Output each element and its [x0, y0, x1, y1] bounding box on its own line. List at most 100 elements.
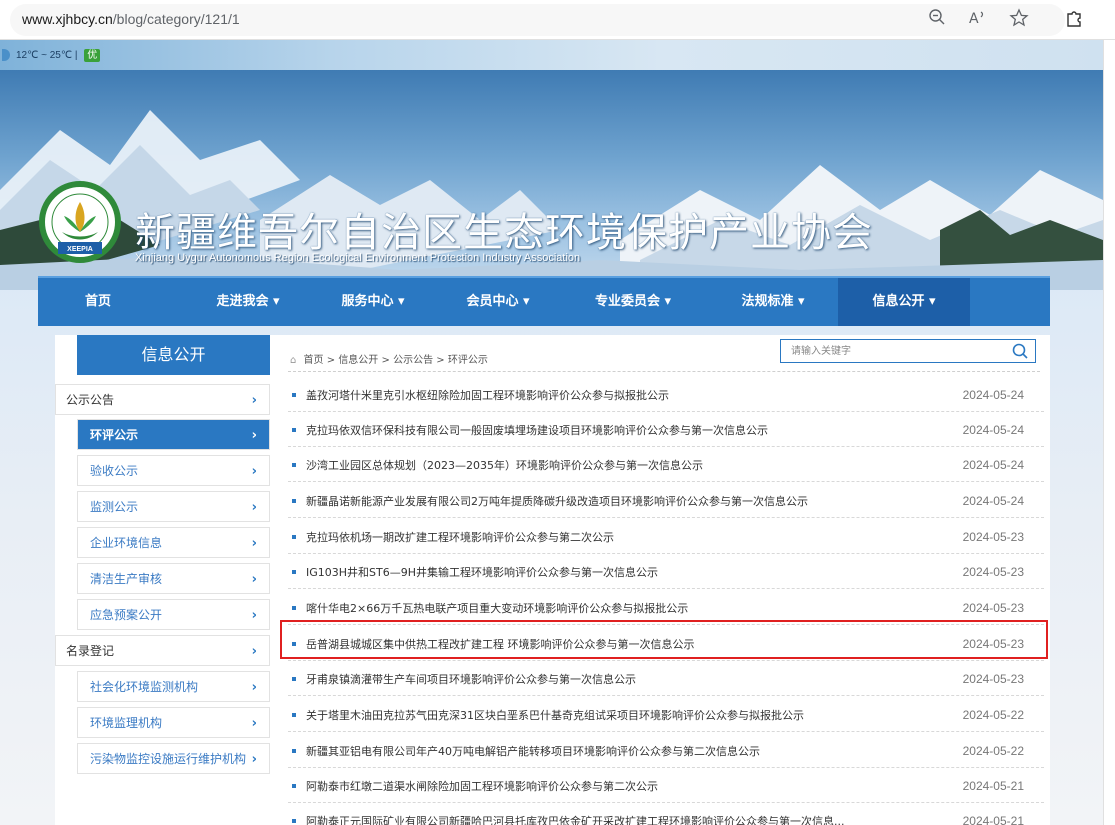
weather-temp: 12℃ ~ 25℃ |	[16, 50, 78, 61]
sidebar-item-eia-notice[interactable]: 环评公示 ›	[77, 419, 270, 450]
sidebar-item-enterprise-info[interactable]: 企业环境信息 ›	[77, 527, 270, 558]
browser-toolbar: www.xjhbcy.cn/blog/category/121/1 A	[0, 0, 1115, 40]
chevron-right-icon: ›	[251, 572, 257, 587]
list-item[interactable]: 喀什华电2×66万千瓦热电联产项目重大变动环境影响评价公众参与拟报批公示 2024…	[288, 592, 1044, 625]
zoom-out-icon[interactable]	[925, 8, 949, 32]
list-item-title[interactable]: 阿勒泰正元国际矿业有限公司新疆哈巴河县托库孜巴依金矿开采改扩建工程环境影响评价公…	[306, 805, 926, 825]
bullet-icon	[292, 463, 296, 467]
list-item[interactable]: 新疆其亚铝电有限公司年产40万吨电解铝产能转移项目环境影响评价公众参与第二次信息…	[288, 735, 1044, 768]
sidebar-item-label: 验收公示	[90, 464, 139, 478]
list-item-title[interactable]: 关于塔里木油田克拉苏气田克深31区块白垩系巴什基奇克组试采项目环境影响评价公众参…	[306, 699, 926, 732]
list-item-date: 2024-05-24	[962, 494, 1024, 508]
list-item[interactable]: 阿勒泰市红墩二道渠水闸除险加固工程环境影响评价公众参与第二次公示 2024-05-…	[288, 770, 1044, 803]
bullet-icon	[292, 570, 296, 574]
list-item[interactable]: 牙甫泉镇滴灌带生产车间项目环境影响评价公众参与第一次信息公示 2024-05-23	[288, 663, 1044, 696]
sidebar-item-cleaner-production[interactable]: 清洁生产审核 ›	[77, 563, 270, 594]
sidebar-item-label: 应急预案公开	[90, 608, 163, 622]
sidebar-item-acceptance[interactable]: 验收公示 ›	[77, 455, 270, 486]
sidebar: 信息公开 公示公告 › 环评公示 › 验收公示 › 监测公示 › 企业环境信息 › 清洁生…	[55, 335, 270, 825]
breadcrumb-home[interactable]: 首页	[304, 355, 324, 366]
page-scrollbar[interactable]	[1103, 40, 1115, 825]
sidebar-item-label: 社会化环境监测机构	[90, 680, 199, 694]
list-item-date: 2024-05-21	[962, 779, 1024, 793]
search-box	[780, 339, 1036, 363]
nav-home[interactable]: 首页	[58, 278, 138, 326]
list-item-date: 2024-05-21	[962, 814, 1024, 825]
main-nav: 首页 走进我会 ▾ 服务中心 ▾ 会员中心 ▾ 专业委员会 ▾ 法规标准 ▾ 信…	[38, 276, 1050, 326]
nav-info-disclosure[interactable]: 信息公开 ▾	[838, 278, 970, 326]
list-item[interactable]: 克拉玛依机场一期改扩建工程环境影响评价公众参与第二次公示 2024-05-23	[288, 521, 1044, 554]
sidebar-item-label: 环评公示	[90, 428, 139, 442]
list-item[interactable]: 新疆晶诺新能源产业发展有限公司2万吨年提质降碳升级改造项目环境影响评价公众参与第…	[288, 485, 1044, 518]
site-subtitle: Xinjiang Uygur Autonomous Region Ecologi…	[135, 252, 581, 264]
list-item[interactable]: 阿勒泰正元国际矿业有限公司新疆哈巴河县托库孜巴依金矿开采改扩建工程环境影响评价公…	[288, 805, 1044, 825]
list-item-title[interactable]: 克拉玛依机场一期改扩建工程环境影响评价公众参与第二次公示	[306, 521, 926, 554]
chevron-right-icon: ›	[251, 536, 257, 551]
sidebar-item-supervision-agencies[interactable]: 环境监理机构 ›	[77, 707, 270, 738]
web-page: 12℃ ~ 25℃ | 优 XEEPIA 新疆维吾尔自治区生态环境保护产业协会 …	[0, 40, 1103, 825]
breadcrumb-level2[interactable]: 公示公告	[393, 355, 433, 366]
bullet-icon	[292, 642, 296, 646]
weather-toggle-icon[interactable]	[2, 49, 10, 61]
list-item-title[interactable]: 阿勒泰市红墩二道渠水闸除险加固工程环境影响评价公众参与第二次公示	[306, 770, 926, 803]
url-host: www.xjhbcy.cn	[22, 11, 113, 27]
extensions-icon[interactable]	[1062, 8, 1086, 32]
bullet-icon	[292, 784, 296, 788]
sidebar-item-label: 监测公示	[90, 500, 139, 514]
sidebar-item-monitoring-agencies[interactable]: 社会化环境监测机构 ›	[77, 671, 270, 702]
list-item-title[interactable]: IG103H井和ST6—9H井集输工程环境影响评价公众参与第一次信息公示	[306, 556, 926, 589]
aqi-badge: 优	[84, 49, 101, 62]
nav-committees[interactable]: 专业委员会 ▾	[573, 278, 693, 326]
list-item-title[interactable]: 盖孜河塔什米里克引水枢纽除险加固工程环境影响评价公众参与拟报批公示	[306, 379, 926, 412]
list-item-date: 2024-05-22	[962, 744, 1024, 758]
nav-services[interactable]: 服务中心 ▾	[318, 278, 428, 326]
sidebar-item-registry[interactable]: 名录登记 ›	[55, 635, 270, 666]
bullet-icon	[292, 677, 296, 681]
sidebar-item-public-notice[interactable]: 公示公告 ›	[55, 384, 270, 415]
list-item-title[interactable]: 沙湾工业园区总体规划（2023—2035年）环境影响评价公众参与第一次信息公示	[306, 449, 926, 482]
sidebar-item-label: 公示公告	[66, 393, 115, 407]
chevron-right-icon: ›	[251, 608, 257, 623]
search-icon[interactable]	[1011, 342, 1029, 360]
list-item[interactable]: 沙湾工业园区总体规划（2023—2035年）环境影响评价公众参与第一次信息公示 2…	[288, 449, 1044, 482]
list-item-title[interactable]: 新疆晶诺新能源产业发展有限公司2万吨年提质降碳升级改造项目环境影响评价公众参与第…	[306, 485, 926, 518]
nav-regulations[interactable]: 法规标准 ▾	[718, 278, 828, 326]
sidebar-item-monitoring[interactable]: 监测公示 ›	[77, 491, 270, 522]
url-text[interactable]: www.xjhbcy.cn/blog/category/121/1	[22, 11, 240, 27]
address-bar[interactable]: www.xjhbcy.cn/blog/category/121/1	[10, 4, 1065, 36]
bullet-icon	[292, 749, 296, 753]
list-item-title[interactable]: 克拉玛依双信环保科技有限公司一般固废填埋场建设项目环境影响评价公众参与第一次信息…	[306, 414, 926, 447]
list-item-date: 2024-05-23	[962, 672, 1024, 686]
list-item-date: 2024-05-23	[962, 565, 1024, 579]
list-item[interactable]: 关于塔里木油田克拉苏气田克深31区块白垩系巴什基奇克组试采项目环境影响评价公众参…	[288, 699, 1044, 732]
association-logo[interactable]: XEEPIA	[38, 180, 122, 264]
search-input[interactable]	[781, 340, 1007, 362]
list-item[interactable]: IG103H井和ST6—9H井集输工程环境影响评价公众参与第一次信息公示 2024…	[288, 556, 1044, 589]
sidebar-item-maintenance-agencies[interactable]: 污染物监控设施运行维护机构 ›	[77, 743, 270, 774]
chevron-right-icon: ›	[251, 393, 257, 408]
breadcrumb-level3[interactable]: 环评公示	[448, 355, 488, 366]
sidebar-item-label: 清洁生产审核	[90, 572, 163, 586]
favorite-star-icon[interactable]	[1007, 8, 1031, 32]
list-item-title[interactable]: 牙甫泉镇滴灌带生产车间项目环境影响评价公众参与第一次信息公示	[306, 663, 926, 696]
sidebar-item-label: 名录登记	[66, 644, 115, 658]
nav-members[interactable]: 会员中心 ▾	[443, 278, 553, 326]
chevron-right-icon: ›	[251, 464, 257, 479]
list-item[interactable]: 岳普湖县城城区集中供热工程改扩建工程 环境影响评价公众参与第一次信息公示 2024…	[288, 628, 1044, 661]
nav-about[interactable]: 走进我会 ▾	[193, 278, 303, 326]
logo-text: XEEPIA	[67, 246, 93, 253]
list-item[interactable]: 克拉玛依双信环保科技有限公司一般固废填埋场建设项目环境影响评价公众参与第一次信息…	[288, 414, 1044, 447]
list-item-title[interactable]: 岳普湖县城城区集中供热工程改扩建工程 环境影响评价公众参与第一次信息公示	[306, 628, 926, 661]
list-item-title[interactable]: 喀什华电2×66万千瓦热电联产项目重大变动环境影响评价公众参与拟报批公示	[306, 592, 926, 625]
list-item-date: 2024-05-24	[962, 388, 1024, 402]
read-aloud-icon[interactable]: A	[966, 8, 990, 32]
list-item-date: 2024-05-23	[962, 637, 1024, 651]
sidebar-item-emergency-plan[interactable]: 应急预案公开 ›	[77, 599, 270, 630]
list-item-title[interactable]: 新疆其亚铝电有限公司年产40万吨电解铝产能转移项目环境影响评价公众参与第二次信息…	[306, 735, 926, 768]
weather-bar: 12℃ ~ 25℃ | 优	[0, 40, 1103, 70]
chevron-right-icon: ›	[251, 500, 257, 515]
header-banner: XEEPIA 新疆维吾尔自治区生态环境保护产业协会 Xinjiang Uygur…	[0, 70, 1103, 290]
list-item-date: 2024-05-23	[962, 530, 1024, 544]
breadcrumb-level1[interactable]: 信息公开	[338, 355, 378, 366]
list-item[interactable]: 盖孜河塔什米里克引水枢纽除险加固工程环境影响评价公众参与拟报批公示 2024-05…	[288, 379, 1044, 412]
